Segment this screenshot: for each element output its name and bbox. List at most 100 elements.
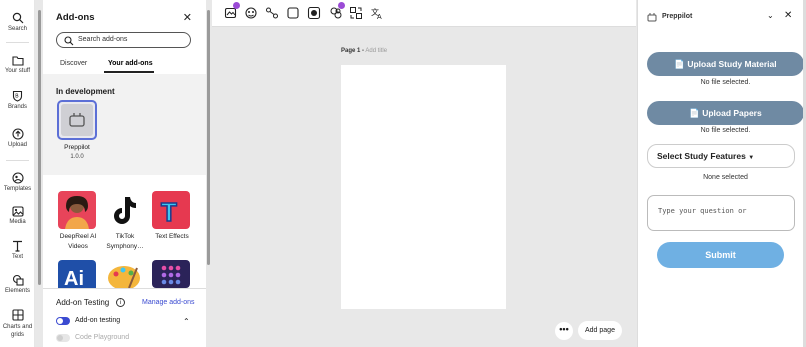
addon-tile-deepreel[interactable] bbox=[58, 191, 96, 229]
text-icon bbox=[13, 240, 22, 252]
tab-indicator bbox=[104, 71, 154, 73]
page-number: Page 1 - bbox=[341, 48, 365, 54]
rail-brands[interactable]: B Brands bbox=[0, 90, 35, 110]
connect-icon[interactable] bbox=[265, 6, 279, 20]
plugin-icon bbox=[69, 113, 85, 127]
addon-testing-toggle[interactable] bbox=[56, 317, 70, 325]
rail-media[interactable]: Media bbox=[0, 206, 35, 225]
page-label: Page 1 - Add title bbox=[341, 48, 387, 54]
papers-status: No file selected. bbox=[700, 127, 751, 134]
rail-text[interactable]: Text bbox=[0, 240, 35, 260]
svg-text:T: T bbox=[161, 197, 177, 227]
preppilot-panel: Preppilot ⌄ ✕ 📄 Upload Study Material No… bbox=[637, 0, 806, 347]
rail-scrollbar[interactable] bbox=[38, 10, 41, 285]
svg-text:Ai: Ai bbox=[64, 268, 84, 288]
premium-badge bbox=[233, 2, 240, 9]
caret-down-icon: ▼ bbox=[748, 155, 755, 161]
addons-panel: Add-ons ✕ Search add-ons Discover Your a… bbox=[43, 0, 206, 347]
text-effects-icon: T bbox=[160, 196, 178, 228]
toggle-knob bbox=[57, 318, 63, 324]
upload-papers-button[interactable]: 📄 Upload Papers bbox=[647, 101, 804, 125]
toggle-label: Code Playground bbox=[75, 334, 130, 341]
rail-label: Brands bbox=[7, 104, 27, 110]
toggle-label: Add-on testing bbox=[75, 317, 121, 324]
study-features-select[interactable]: Select Study Features ▼ bbox=[647, 144, 795, 168]
top-toolbar: 文A bbox=[212, 0, 636, 27]
upload-icon bbox=[11, 128, 24, 140]
rail-label: Search bbox=[7, 26, 27, 32]
rail-charts[interactable]: Charts and grids bbox=[0, 309, 35, 339]
tab-discover[interactable]: Discover bbox=[60, 60, 87, 67]
add-title-link[interactable]: Add title bbox=[365, 48, 387, 54]
addon-tabs: Discover Your add-ons bbox=[56, 60, 196, 74]
addon-tile-tiktok[interactable] bbox=[105, 191, 143, 229]
svg-text:B: B bbox=[15, 94, 19, 100]
remove-background-icon[interactable] bbox=[307, 6, 321, 20]
features-status: None selected bbox=[703, 174, 748, 181]
addon-tile-grid[interactable] bbox=[152, 260, 190, 288]
resize-icon[interactable] bbox=[349, 6, 363, 20]
addon-name: Preppilot bbox=[64, 144, 90, 151]
premium-badge bbox=[338, 2, 345, 9]
tile-label: TikTok Symphony… bbox=[106, 233, 144, 250]
svg-text:A: A bbox=[377, 14, 382, 20]
add-page-button[interactable]: Add page bbox=[578, 321, 622, 340]
ai-icon: Ai bbox=[64, 268, 84, 288]
search-input[interactable]: Search add-ons bbox=[56, 32, 191, 48]
rail-upload[interactable]: Upload bbox=[0, 128, 35, 148]
addon-tile-illustrator[interactable]: Ai bbox=[58, 260, 96, 288]
code-playground-toggle[interactable] bbox=[56, 334, 70, 342]
grid-dots-icon bbox=[161, 265, 181, 285]
tile-label: DeepReel AI Videos bbox=[59, 233, 97, 250]
search-icon bbox=[12, 12, 23, 24]
charts-icon bbox=[11, 309, 24, 321]
chevron-down-icon[interactable]: ⌄ bbox=[767, 11, 774, 20]
material-status: No file selected. bbox=[700, 79, 751, 86]
upload-study-material-button[interactable]: 📄 Upload Study Material bbox=[647, 52, 804, 76]
document-icon: 📄 bbox=[674, 59, 688, 69]
rail-elements[interactable]: Elements bbox=[0, 274, 35, 294]
translate-icon[interactable]: 文A bbox=[370, 6, 384, 20]
rail-label: Templates bbox=[3, 186, 32, 192]
submit-button[interactable]: Submit bbox=[657, 242, 784, 268]
smart-cutout-icon[interactable] bbox=[244, 6, 258, 20]
rail-label: Charts and grids bbox=[2, 324, 33, 338]
panel-scrollbar[interactable] bbox=[207, 10, 210, 265]
addon-testing-section: Add-on Testing i Manage add-ons Add-on t… bbox=[43, 288, 206, 347]
rail-label: Text bbox=[11, 254, 23, 260]
toggle-knob bbox=[57, 335, 63, 341]
question-input[interactable]: Type your question or bbox=[647, 195, 795, 231]
in-development-section: In development Preppilot 1.0.0 bbox=[43, 74, 206, 175]
more-options-button[interactable]: ••• bbox=[555, 322, 573, 340]
panel-title: Preppilot bbox=[662, 13, 693, 20]
rail-your-stuff[interactable]: Your stuff bbox=[0, 55, 35, 74]
rail-label: Your stuff bbox=[4, 68, 31, 74]
rail-search[interactable]: Search bbox=[0, 12, 35, 32]
close-icon[interactable]: ✕ bbox=[183, 11, 192, 24]
panel-title: Add-ons bbox=[56, 12, 95, 23]
addon-tile-palette[interactable] bbox=[105, 260, 143, 288]
info-icon[interactable]: i bbox=[116, 298, 125, 307]
elements-icon bbox=[12, 274, 24, 286]
search-placeholder: Search add-ons bbox=[78, 36, 128, 43]
templates-icon bbox=[11, 172, 24, 184]
section-title: In development bbox=[56, 87, 115, 96]
addon-tile-text-effects[interactable]: T bbox=[152, 191, 190, 229]
shape-icon[interactable] bbox=[286, 6, 300, 20]
addon-card-preppilot[interactable] bbox=[57, 100, 97, 140]
addon-version: 1.0.0 bbox=[70, 154, 84, 160]
canvas-page[interactable] bbox=[341, 65, 506, 309]
brand-icon: B bbox=[12, 90, 23, 102]
close-icon[interactable]: ✕ bbox=[784, 10, 792, 21]
document-icon: 📄 bbox=[689, 108, 703, 118]
chevron-up-icon[interactable]: ⌃ bbox=[183, 317, 190, 326]
rail-label: Media bbox=[9, 219, 26, 225]
tab-your-addons[interactable]: Your add-ons bbox=[108, 60, 153, 67]
rail-label: Elements bbox=[4, 288, 30, 294]
rail-templates[interactable]: Templates bbox=[0, 172, 35, 192]
manage-addons-link[interactable]: Manage add-ons bbox=[142, 299, 195, 306]
rail-label: Upload bbox=[7, 142, 27, 148]
search-icon bbox=[64, 36, 74, 46]
avatar-icon bbox=[65, 196, 89, 229]
plugin-icon bbox=[647, 13, 657, 22]
